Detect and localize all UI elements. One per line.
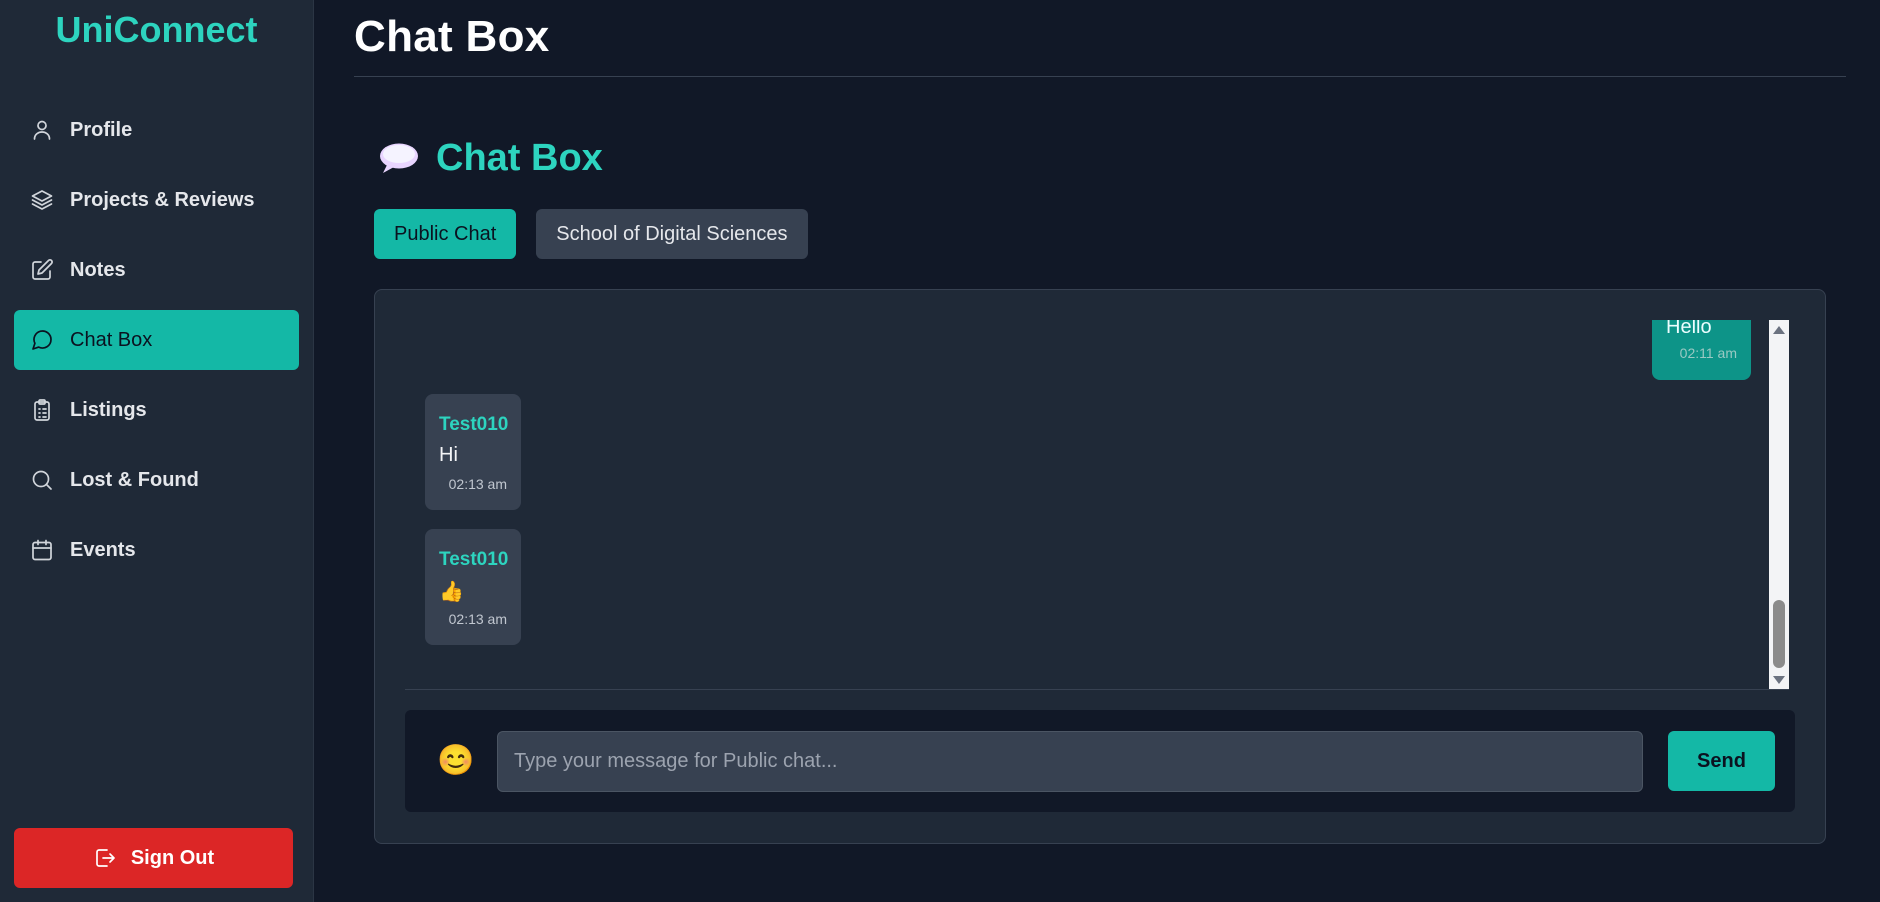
emoji-picker-button[interactable]: 😊 bbox=[437, 743, 474, 779]
clipboard-icon bbox=[30, 398, 54, 422]
message-time: 02:11 am bbox=[1679, 345, 1737, 361]
chat-tabs: Public Chat School of Digital Sciences bbox=[374, 209, 1880, 259]
chat-panel: Chat Box Public Chat School of Digital S… bbox=[374, 135, 1880, 844]
chat-bubble-icon bbox=[30, 328, 54, 352]
search-icon bbox=[30, 468, 54, 492]
message-text: 👍 bbox=[439, 581, 464, 603]
chat-panel-header: Chat Box bbox=[374, 135, 1880, 181]
sidebar-item-label: Chat Box bbox=[70, 328, 153, 351]
main-content: Chat Box Chat Box Public Chat School of … bbox=[314, 0, 1880, 902]
sidebar-item-projects-reviews[interactable]: Projects & Reviews bbox=[14, 170, 299, 230]
app-root: UniConnect Profile Projects & Reviews No… bbox=[0, 0, 1880, 902]
logout-icon bbox=[93, 846, 117, 870]
message-username: Test010 bbox=[439, 414, 509, 435]
scroll-thumb[interactable] bbox=[1773, 600, 1785, 668]
sidebar-item-label: Lost & Found bbox=[70, 468, 199, 491]
chat-panel-title: Chat Box bbox=[436, 136, 603, 179]
sidebar-item-label: Listings bbox=[70, 398, 147, 421]
message-time: 02:13 am bbox=[448, 611, 507, 627]
message-composer: 😊 Send bbox=[405, 710, 1795, 812]
tab-school-of-digital-sciences[interactable]: School of Digital Sciences bbox=[536, 209, 808, 259]
sidebar-item-listings[interactable]: Listings bbox=[14, 380, 299, 440]
layers-icon bbox=[30, 188, 54, 212]
message-time: 02:13 am bbox=[448, 476, 507, 492]
sidebar-item-label: Profile bbox=[70, 118, 133, 141]
brand-logo: UniConnect bbox=[0, 0, 313, 64]
message-incoming: Test010 Hi 02:13 am bbox=[425, 394, 521, 510]
sidebar-item-profile[interactable]: Profile bbox=[14, 100, 299, 160]
edit-icon bbox=[30, 258, 54, 282]
message-list[interactable]: Hello 02:11 am Test010 Hi 02:13 am Test0… bbox=[405, 320, 1789, 690]
sign-out-button[interactable]: Sign Out bbox=[14, 828, 293, 888]
speech-balloon-icon bbox=[380, 143, 418, 173]
sidebar-item-notes[interactable]: Notes bbox=[14, 240, 299, 300]
sidebar-item-label: Notes bbox=[70, 258, 126, 281]
send-button[interactable]: Send bbox=[1668, 731, 1775, 791]
message-text: Hello bbox=[1666, 320, 1712, 338]
message-scrollbar[interactable] bbox=[1769, 320, 1789, 689]
sidebar-nav: Profile Projects & Reviews Notes Chat Bo… bbox=[0, 100, 313, 580]
page-title: Chat Box bbox=[354, 0, 1846, 77]
sidebar-item-label: Events bbox=[70, 538, 136, 561]
sidebar-item-events[interactable]: Events bbox=[14, 520, 299, 580]
message-incoming: Test010 👍 02:13 am bbox=[425, 529, 521, 645]
sidebar-item-lost-found[interactable]: Lost & Found bbox=[14, 450, 299, 510]
tab-public-chat[interactable]: Public Chat bbox=[374, 209, 517, 259]
calendar-icon bbox=[30, 538, 54, 562]
message-text: Hi bbox=[439, 444, 458, 466]
message-username: Test010 bbox=[439, 549, 509, 570]
chat-window: Hello 02:11 am Test010 Hi 02:13 am Test0… bbox=[374, 289, 1826, 844]
scroll-up-arrow-icon[interactable] bbox=[1773, 326, 1785, 334]
scroll-down-arrow-icon[interactable] bbox=[1773, 676, 1785, 684]
brand-name: UniConnect bbox=[55, 9, 258, 50]
message-outgoing: Hello 02:11 am bbox=[1652, 320, 1751, 380]
sign-out-label: Sign Out bbox=[130, 846, 215, 869]
message-input[interactable] bbox=[497, 730, 1643, 792]
sidebar-item-chat-box[interactable]: Chat Box bbox=[14, 310, 299, 370]
user-icon bbox=[30, 118, 54, 142]
sidebar: UniConnect Profile Projects & Reviews No… bbox=[0, 0, 314, 902]
sidebar-item-label: Projects & Reviews bbox=[70, 188, 255, 211]
